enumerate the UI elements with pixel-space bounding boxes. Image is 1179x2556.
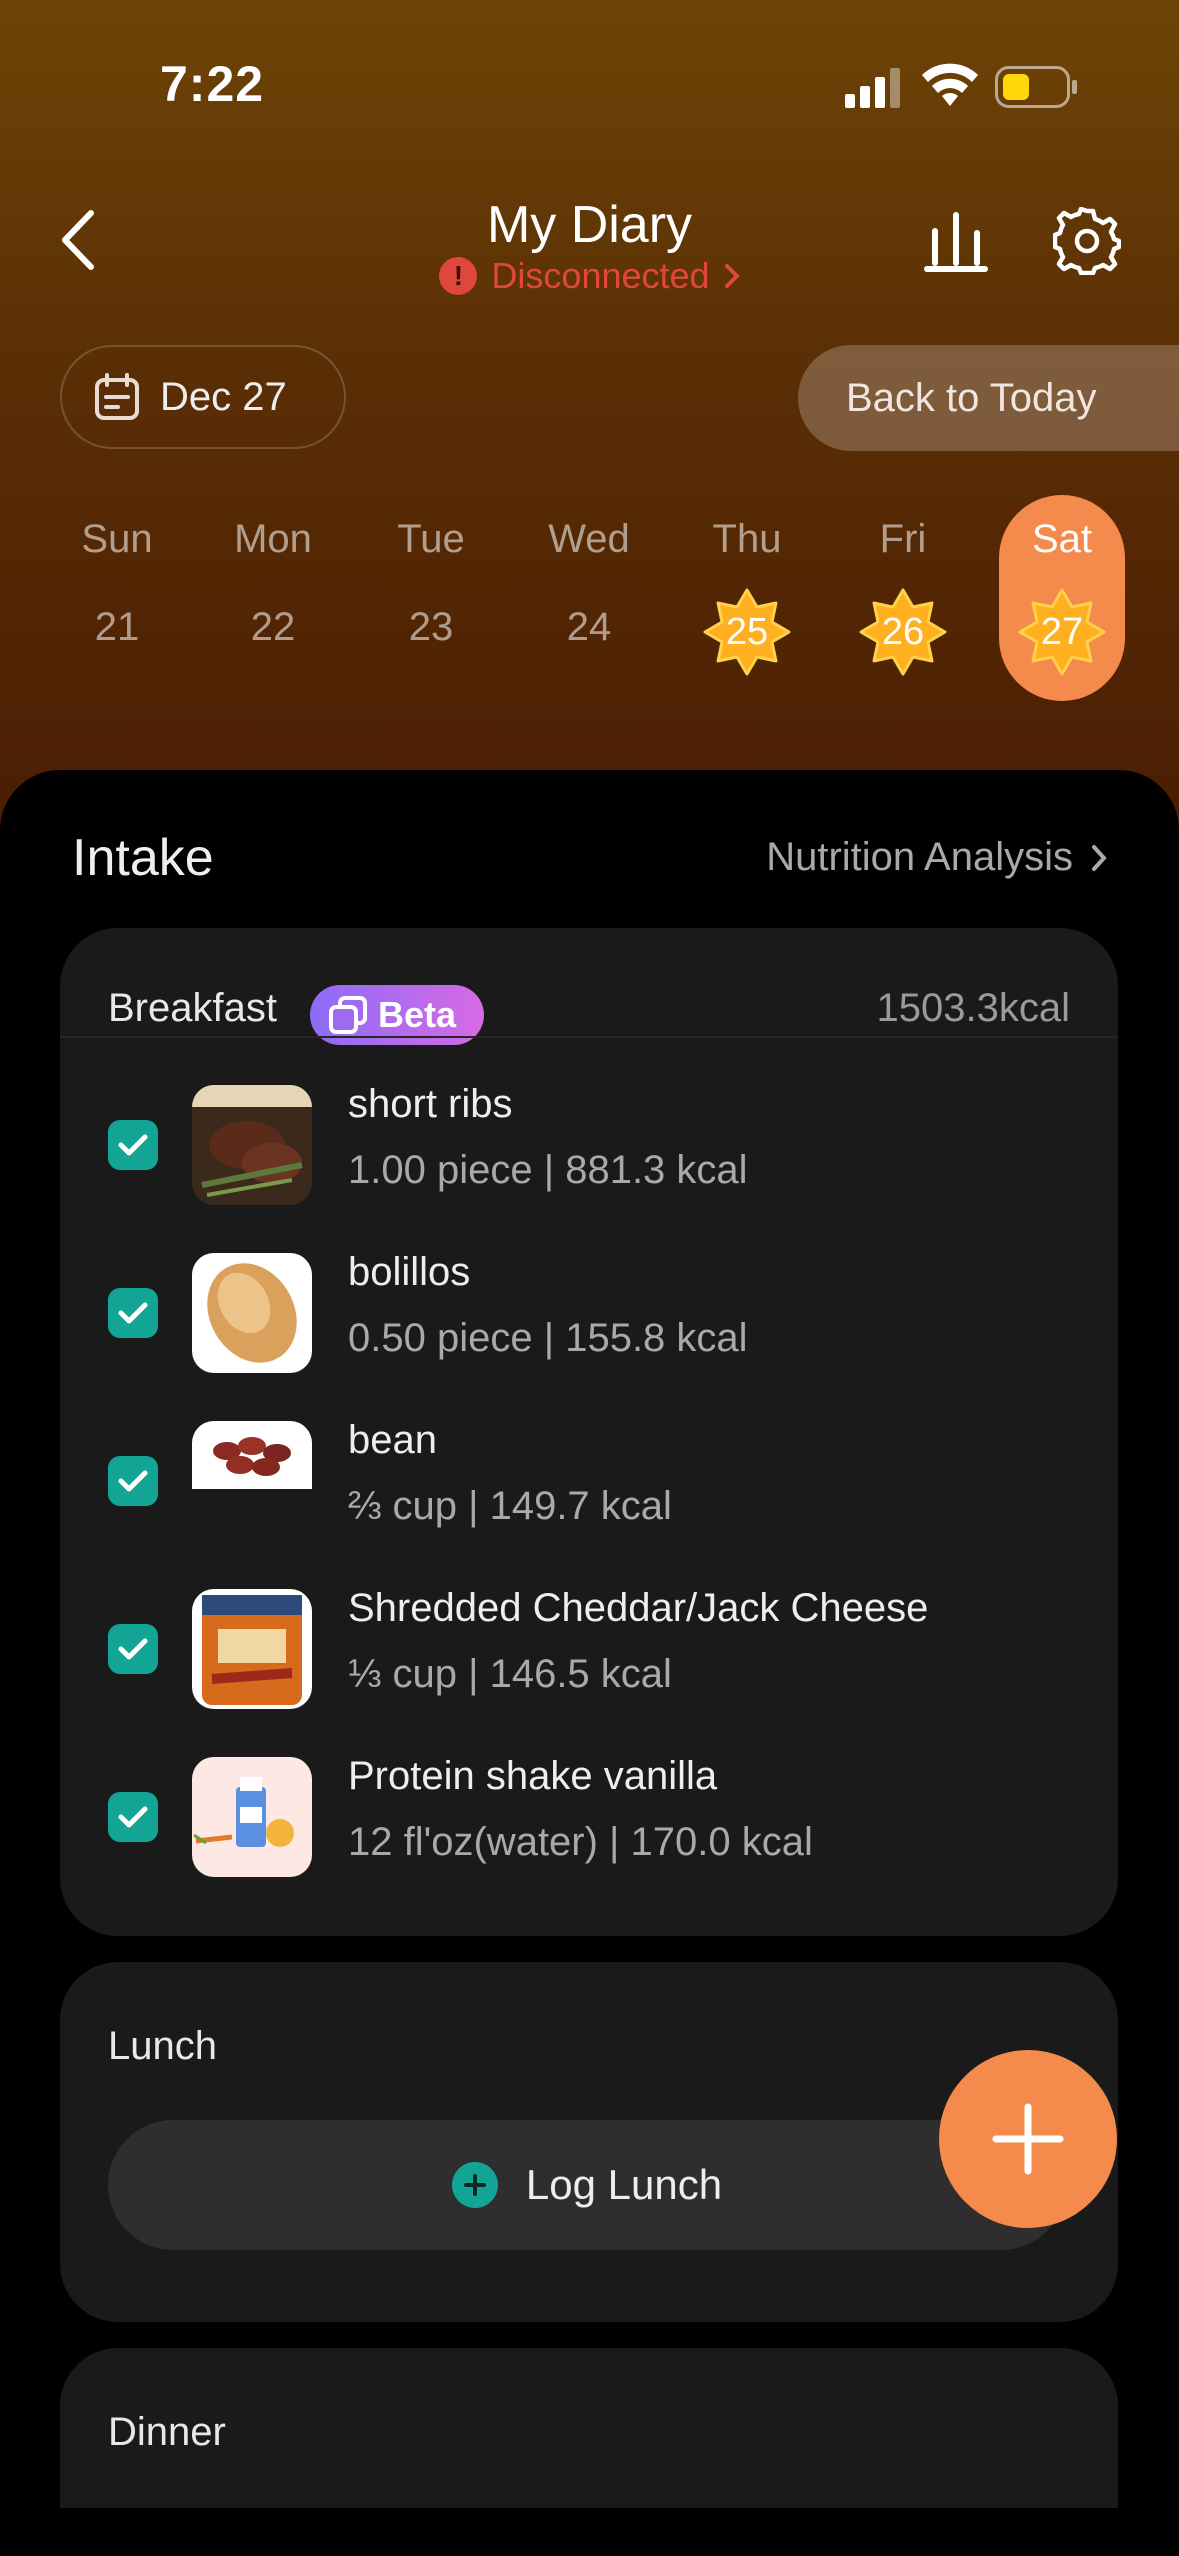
meal-title: Breakfast bbox=[108, 986, 277, 1030]
day-fri[interactable]: Fri 26 bbox=[840, 495, 966, 701]
plus-icon bbox=[992, 2103, 1064, 2175]
food-name: Protein shake vanilla bbox=[348, 1754, 718, 1798]
food-detail: ⅓ cup | 146.5 kcal bbox=[348, 1652, 672, 1696]
day-name: Tue bbox=[397, 517, 465, 561]
day-date: 22 bbox=[250, 605, 296, 649]
calendar-icon bbox=[95, 373, 139, 420]
day-date: 27 bbox=[1040, 610, 1084, 653]
add-food-fab[interactable] bbox=[939, 2050, 1117, 2228]
food-detail: 1.00 piece | 881.3 kcal bbox=[348, 1148, 748, 1192]
log-lunch-button[interactable]: Log Lunch bbox=[108, 2120, 1066, 2250]
stats-icon[interactable] bbox=[920, 208, 992, 274]
food-image-bolillos bbox=[192, 1253, 312, 1373]
logged-day-badge: 25 bbox=[702, 587, 792, 677]
chevron-right-icon bbox=[724, 264, 740, 288]
checkbox-checked-icon[interactable] bbox=[108, 1288, 158, 1338]
beta-label: Beta bbox=[378, 994, 457, 1035]
day-sun[interactable]: Sun 21 bbox=[54, 495, 180, 701]
day-date: 25 bbox=[725, 610, 769, 653]
intake-title: Intake bbox=[72, 829, 214, 887]
food-item[interactable]: short ribs 1.00 piece | 881.3 kcal bbox=[60, 1070, 1118, 1220]
food-image-cheese bbox=[192, 1589, 312, 1709]
cellular-signal-icon bbox=[845, 68, 900, 108]
divider bbox=[60, 1036, 1118, 1038]
food-detail: 12 fl'oz(water) | 170.0 kcal bbox=[348, 1820, 813, 1864]
food-name: Shredded Cheddar/Jack Cheese bbox=[348, 1586, 929, 1630]
day-thu[interactable]: Thu 25 bbox=[684, 495, 810, 701]
meal-title: Lunch bbox=[108, 2024, 217, 2068]
food-name: short ribs bbox=[348, 1082, 513, 1126]
day-name: Thu bbox=[712, 517, 782, 561]
nutrition-analysis-link[interactable]: Nutrition Analysis bbox=[766, 835, 1107, 880]
food-name: bolillos bbox=[348, 1250, 471, 1294]
checkbox-checked-icon[interactable] bbox=[108, 1792, 158, 1842]
week-selector: Sun 21 Mon 22 Tue 23 Wed 24 Thu 25 Fri 2… bbox=[0, 495, 1179, 705]
logged-day-badge: 26 bbox=[858, 587, 948, 677]
battery-icon bbox=[995, 66, 1077, 108]
day-name: Fri bbox=[879, 517, 927, 561]
meal-total-kcal: 1503.3kcal bbox=[876, 986, 1070, 1030]
log-lunch-label: Log Lunch bbox=[525, 2161, 723, 2208]
nutrition-analysis-label: Nutrition Analysis bbox=[766, 835, 1073, 879]
day-date: 24 bbox=[566, 605, 612, 649]
food-image-protein-shake bbox=[192, 1757, 312, 1877]
alert-icon: ! bbox=[439, 257, 478, 295]
back-to-today-button[interactable]: Back to Today bbox=[798, 345, 1179, 451]
copy-icon bbox=[329, 996, 367, 1034]
dinner-card: Dinner bbox=[60, 2348, 1118, 2508]
date-label: Dec 27 bbox=[160, 374, 287, 419]
checkbox-checked-icon[interactable] bbox=[108, 1456, 158, 1506]
food-image-bean bbox=[192, 1421, 312, 1541]
food-item[interactable]: bolillos 0.50 piece | 155.8 kcal bbox=[60, 1238, 1118, 1388]
day-name: Mon bbox=[234, 517, 312, 561]
day-wed[interactable]: Wed 24 bbox=[526, 495, 652, 701]
day-tue[interactable]: Tue 23 bbox=[368, 495, 494, 701]
day-date: 23 bbox=[408, 605, 454, 649]
wifi-icon bbox=[922, 63, 978, 106]
meal-title: Dinner bbox=[108, 2410, 226, 2454]
day-date: 21 bbox=[94, 605, 140, 649]
food-item[interactable]: Protein shake vanilla 12 fl'oz(water) | … bbox=[60, 1742, 1118, 1892]
gear-icon[interactable] bbox=[1053, 207, 1121, 275]
connection-status[interactable]: ! Disconnected bbox=[0, 255, 1179, 297]
food-detail: 0.50 piece | 155.8 kcal bbox=[348, 1316, 748, 1360]
chevron-right-icon bbox=[1092, 844, 1107, 871]
day-name: Sun bbox=[81, 517, 153, 561]
food-name: bean bbox=[348, 1418, 437, 1462]
day-date: 26 bbox=[881, 610, 925, 653]
logged-day-badge: 27 bbox=[1017, 587, 1107, 677]
food-item[interactable]: Shredded Cheddar/Jack Cheese ⅓ cup | 146… bbox=[60, 1574, 1118, 1724]
add-circle-icon bbox=[451, 2162, 498, 2208]
day-mon[interactable]: Mon 22 bbox=[210, 495, 336, 701]
day-sat-selected[interactable]: Sat 27 bbox=[999, 495, 1125, 701]
breakfast-card: Breakfast Beta 1503.3kcal short ribs 1.0… bbox=[60, 928, 1118, 1936]
checkbox-checked-icon[interactable] bbox=[108, 1120, 158, 1170]
connection-status-label: Disconnected bbox=[491, 255, 710, 296]
food-image-short-ribs bbox=[192, 1085, 312, 1205]
status-time: 7:22 bbox=[160, 56, 265, 112]
checkbox-checked-icon[interactable] bbox=[108, 1624, 158, 1674]
day-name: Wed bbox=[548, 517, 630, 561]
page-title: My Diary bbox=[486, 196, 693, 254]
day-name: Sat bbox=[1031, 517, 1093, 561]
date-picker-button[interactable]: Dec 27 bbox=[60, 345, 346, 449]
food-item[interactable]: bean ⅔ cup | 149.7 kcal bbox=[60, 1406, 1118, 1556]
food-detail: ⅔ cup | 149.7 kcal bbox=[348, 1484, 672, 1528]
